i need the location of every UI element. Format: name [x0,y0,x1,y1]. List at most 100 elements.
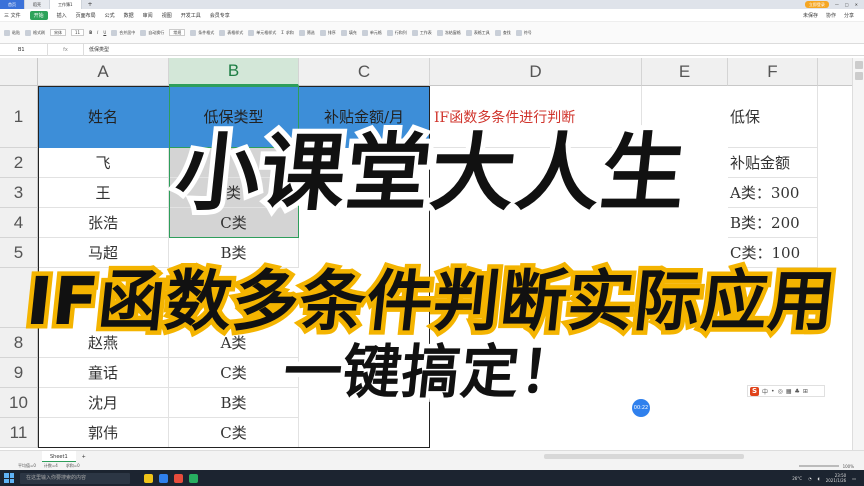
add-sheet-icon[interactable]: + [76,454,92,460]
formula-bar: B1 fx 低保类型 [0,43,864,56]
windows-start-icon[interactable] [4,473,14,483]
font-size-select[interactable]: 11 [71,29,85,36]
login-button[interactable]: 立即登录 [804,1,829,8]
scroll-up-icon[interactable] [854,61,863,69]
cell-a11[interactable]: 郭伟 [38,418,169,448]
maximize-icon[interactable]: □ [845,2,849,7]
col-header-e[interactable]: E [642,58,728,86]
clock-date: 2021/1/26 [825,478,847,483]
unsaved-status: 未保存 [802,12,818,19]
table-tools-button[interactable]: 表格工具 [465,29,490,36]
brush-icon [25,29,31,36]
overlay-tagline: 一键搞定！ [276,334,587,411]
network-icon[interactable]: ◔ [808,476,812,481]
symbol-icon [515,29,522,36]
name-box[interactable]: B1 [0,43,48,56]
menu-review[interactable]: 审阅 [143,12,153,19]
zoom-level[interactable]: 100% [843,464,854,469]
horizontal-scrollbar[interactable] [544,454,744,459]
sheet-tab-sheet1[interactable]: Sheet1 [42,450,76,463]
merge-center-button[interactable]: 合并居中 [111,29,135,36]
paste-button[interactable]: 粘贴 [4,29,20,36]
cell-icon [361,29,368,36]
sheet-tab-bar: Sheet1 + [0,450,864,463]
zoom-slider[interactable] [798,465,839,467]
symbol-button[interactable]: 符号 [515,29,532,36]
col-header-b[interactable]: B [169,58,299,86]
sigma-icon: Σ [281,30,284,35]
bold-button[interactable]: B [89,30,92,35]
tab-home[interactable]: 首页 [0,0,25,9]
font-select[interactable]: 宋体 [50,29,66,36]
overlay-title: 小课堂大人生 [166,119,696,227]
conditional-format-button[interactable]: 条件格式 [190,29,214,36]
number-format-select[interactable]: 常规 [169,29,186,36]
col-header-a[interactable]: A [38,58,169,86]
menu-data[interactable]: 数据 [124,12,134,19]
taskbar-search-input[interactable]: 在这里输入你要搜索的内容 [20,472,130,484]
select-all-corner[interactable] [0,58,38,86]
menu-formula[interactable]: 公式 [105,12,115,19]
ribbon-toolbar: 粘贴 格式刷 宋体 11 B I U 合并居中 自动换行 常规 条件格式 表格样… [0,22,864,44]
status-sum: 求和=0 [65,463,80,468]
menu-member[interactable]: 会员专享 [210,12,230,19]
file-explorer-icon[interactable] [144,473,153,483]
sum-button[interactable]: Σ 求和 [281,30,294,36]
wrap-text-button[interactable]: 自动换行 [140,29,164,36]
sort-icon [319,29,326,36]
notification-icon[interactable]: ▭ [852,476,856,481]
menu-file[interactable]: 三 文件 [4,12,21,19]
worksheet-icon [411,29,418,36]
italic-button[interactable]: I [97,30,98,35]
cell-b11[interactable]: C类 [169,418,299,448]
worksheet-button[interactable]: 工作表 [411,29,432,36]
share-button[interactable]: 分享 [844,12,854,19]
wrap-icon [140,29,147,36]
status-count: 计数=4 [43,463,58,468]
col-header-g[interactable] [818,58,852,86]
find-button[interactable]: 查找 [494,29,511,36]
fx-icon[interactable]: fx [48,43,84,56]
windows-taskbar: 在这里输入你要搜索的内容 26°C ◔ ◖ 23:50 2021/1/26 ▭ [0,470,864,486]
volume-icon[interactable]: ◖ [818,476,820,481]
filter-button[interactable]: 筛选 [298,29,315,36]
merge-icon [111,29,118,36]
menu-developer[interactable]: 开发工具 [181,12,201,19]
fill-button[interactable]: 填充 [340,29,357,36]
wps-icon[interactable] [174,473,183,483]
tab-docer[interactable]: 稻壳 [25,0,50,9]
filter-icon [298,29,305,36]
sort-button[interactable]: 排序 [319,29,336,36]
cell-button[interactable]: 单元格 [361,29,382,36]
row-header-11[interactable]: 11 [0,418,38,448]
table-style-button[interactable]: 表格样式 [219,29,243,36]
cond-format-icon [190,29,197,36]
minimize-icon[interactable]: — [835,2,839,7]
menu-start[interactable]: 开始 [29,10,48,20]
weather-temp: 26°C [792,475,803,481]
collab-button[interactable]: 协作 [826,12,836,19]
underline-button[interactable]: U [103,30,106,35]
app-icon[interactable] [189,473,198,483]
table-style-icon [219,29,226,36]
col-header-f[interactable]: F [728,58,818,86]
row-col-button[interactable]: 行和列 [386,29,407,36]
format-painter-button[interactable]: 格式刷 [25,29,45,36]
menu-insert[interactable]: 插入 [57,12,67,19]
freeze-panes-button[interactable]: 冻结窗格 [436,29,461,36]
menu-view[interactable]: 视图 [162,12,172,19]
col-header-c[interactable]: C [299,58,430,86]
col-header-d[interactable]: D [430,58,642,86]
formula-input[interactable]: 低保类型 [84,46,109,53]
fill-icon [340,29,347,36]
close-icon[interactable]: ✕ [855,2,858,7]
new-tab-plus-icon[interactable]: + [82,1,99,8]
scroll-thumb[interactable] [854,72,863,80]
edge-icon[interactable] [159,473,168,483]
cell-style-button[interactable]: 单元格样式 [248,29,276,36]
row-col-icon [386,29,393,36]
tab-workbook[interactable]: 工作簿1 [50,0,82,9]
menu-page-layout[interactable]: 页面布局 [76,12,96,19]
table-tools-icon [465,29,472,36]
menu-bar: 三 文件 开始 插入 页面布局 公式 数据 审阅 视图 开发工具 会员专享 未保… [0,9,864,22]
